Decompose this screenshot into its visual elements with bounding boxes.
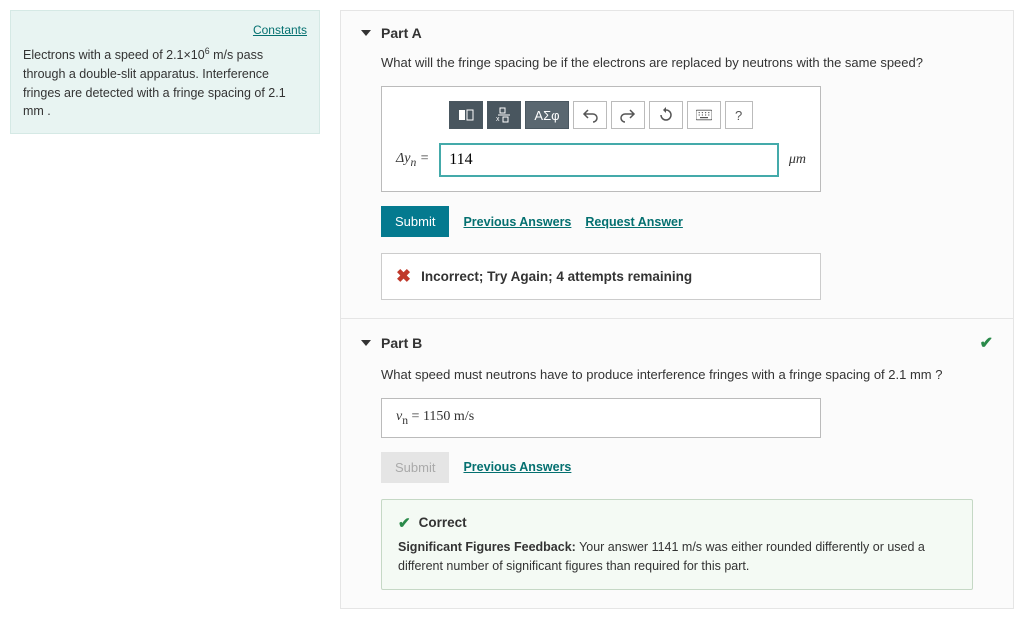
- check-icon: ✔: [980, 333, 993, 353]
- problem-text: Electrons with a speed of 2.1×106 m/s pa…: [23, 45, 307, 121]
- submit-button-b: Submit: [381, 452, 449, 483]
- part-a-question: What will the fringe spacing be if the e…: [381, 55, 993, 70]
- caret-down-icon: [361, 340, 371, 346]
- part-b: Part B ✔ What speed must neutrons have t…: [341, 319, 1013, 608]
- equation-toolbar: x ΑΣφ ?: [396, 101, 806, 129]
- answer-box-a: x ΑΣφ ?: [381, 86, 821, 192]
- answer-unit: μm: [789, 152, 806, 168]
- answer-display-b: vn = 1150 m/s: [381, 398, 821, 438]
- part-a-header[interactable]: Part A: [361, 25, 993, 41]
- svg-text:x: x: [496, 116, 500, 123]
- answer-input[interactable]: [439, 143, 779, 177]
- undo-icon[interactable]: [573, 101, 607, 129]
- part-a: Part A What will the fringe spacing be i…: [341, 11, 1013, 318]
- part-b-question: What speed must neutrons have to produce…: [381, 367, 993, 382]
- answer-variable-label: Δyn =: [396, 151, 429, 169]
- check-icon: ✔: [398, 514, 411, 532]
- feedback-correct: ✔ Correct Significant Figures Feedback: …: [381, 499, 973, 591]
- part-a-title: Part A: [381, 25, 422, 41]
- help-icon[interactable]: ?: [725, 101, 753, 129]
- redo-icon[interactable]: [611, 101, 645, 129]
- reset-icon[interactable]: [649, 101, 683, 129]
- symbols-button[interactable]: ΑΣφ: [525, 101, 568, 129]
- part-b-header[interactable]: Part B: [361, 335, 422, 351]
- correct-title: Correct: [419, 515, 467, 530]
- part-b-title: Part B: [381, 335, 422, 351]
- constants-link[interactable]: Constants: [23, 23, 307, 37]
- keyboard-icon[interactable]: [687, 101, 721, 129]
- request-answer-link[interactable]: Request Answer: [585, 215, 682, 229]
- template-icon[interactable]: [449, 101, 483, 129]
- submit-button-a[interactable]: Submit: [381, 206, 449, 237]
- feedback-incorrect: ✖ Incorrect; Try Again; 4 attempts remai…: [381, 253, 821, 300]
- previous-answers-link-b[interactable]: Previous Answers: [463, 460, 571, 474]
- feedback-text: Incorrect; Try Again; 4 attempts remaini…: [421, 269, 692, 284]
- previous-answers-link-a[interactable]: Previous Answers: [463, 215, 571, 229]
- x-icon: ✖: [396, 266, 411, 287]
- fraction-icon[interactable]: x: [487, 101, 521, 129]
- sig-fig-feedback: Significant Figures Feedback: Your answe…: [398, 538, 956, 576]
- caret-down-icon: [361, 30, 371, 36]
- problem-statement-box: Constants Electrons with a speed of 2.1×…: [10, 10, 320, 134]
